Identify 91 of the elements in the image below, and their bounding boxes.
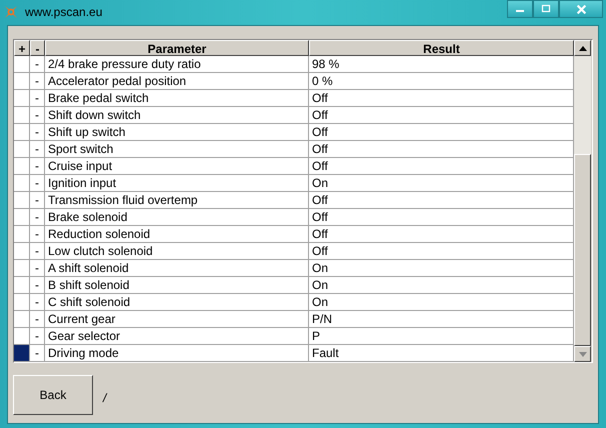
up-arrow-icon: [578, 46, 586, 50]
table-cell: -: [30, 124, 45, 141]
table-cell: -: [30, 175, 45, 192]
table-cell: C shift solenoid: [45, 294, 309, 311]
maximize-button[interactable]: [533, 0, 559, 18]
table-cell: -: [30, 73, 45, 90]
window-title: www.pscan.eu: [25, 4, 102, 18]
table-cell: Low clutch solenoid: [45, 243, 309, 260]
table-cell: P: [309, 328, 574, 345]
table-cell: -: [30, 141, 45, 158]
table-cell: Off: [309, 90, 574, 107]
table-cell: -: [30, 90, 45, 107]
row-indicator[interactable]: [14, 158, 30, 175]
table-cell: B shift solenoid: [45, 277, 309, 294]
scrollbar[interactable]: [574, 40, 591, 362]
table-cell: Driving mode: [45, 345, 309, 362]
row-indicator[interactable]: [14, 124, 30, 141]
column-header[interactable]: +: [14, 40, 30, 56]
table-cell: On: [309, 260, 574, 277]
table-cell: 98 %: [309, 56, 574, 73]
table-cell: -: [30, 226, 45, 243]
table-cell: On: [309, 277, 574, 294]
table-cell: -: [30, 277, 45, 294]
row-indicator[interactable]: [14, 277, 30, 294]
table-cell: Off: [309, 124, 574, 141]
table-cell: Off: [309, 107, 574, 124]
row-indicator[interactable]: [14, 141, 30, 158]
row-indicator[interactable]: [14, 226, 30, 243]
table-cell: -: [30, 345, 45, 362]
table-cell: Off: [309, 226, 574, 243]
table-cell: Off: [309, 158, 574, 175]
maximize-icon: [541, 4, 551, 14]
table-cell: Off: [309, 209, 574, 226]
table-cell: Off: [309, 192, 574, 209]
down-arrow-icon: [578, 352, 586, 356]
table-cell: -: [30, 328, 45, 345]
row-indicator[interactable]: [14, 90, 30, 107]
scroll-up-button[interactable]: [574, 40, 591, 56]
row-indicator[interactable]: [14, 209, 30, 226]
table-cell: -: [30, 294, 45, 311]
table-cell: Sport switch: [45, 141, 309, 158]
table-cell: 2/4 brake pressure duty ratio: [45, 56, 309, 73]
column-header[interactable]: Result: [309, 40, 574, 56]
status-text: /: [103, 390, 106, 404]
row-indicator[interactable]: [14, 260, 30, 277]
table-cell: -: [30, 260, 45, 277]
table-cell: -: [30, 311, 45, 328]
row-indicator[interactable]: [14, 56, 30, 73]
table-cell: Brake solenoid: [45, 209, 309, 226]
table-cell: Off: [309, 243, 574, 260]
column-header[interactable]: Parameter: [45, 40, 309, 56]
table-cell: Gear selector: [45, 328, 309, 345]
table-cell: 0 %: [309, 73, 574, 90]
row-indicator[interactable]: [14, 107, 30, 124]
table-cell: Ignition input: [45, 175, 309, 192]
row-indicator[interactable]: [14, 175, 30, 192]
table-cell: -: [30, 192, 45, 209]
table-cell: -: [30, 107, 45, 124]
table-cell: -: [30, 243, 45, 260]
scrollbar-thumb[interactable]: [574, 154, 591, 346]
table-cell: Transmission fluid overtemp: [45, 192, 309, 209]
close-button[interactable]: [559, 0, 603, 18]
table-cell: Fault: [309, 345, 574, 362]
table-cell: On: [309, 294, 574, 311]
table-cell: Shift up switch: [45, 124, 309, 141]
minimize-button[interactable]: [507, 0, 533, 18]
scroll-down-button[interactable]: [574, 346, 591, 362]
table-cell: -: [30, 158, 45, 175]
table-cell: Off: [309, 141, 574, 158]
row-indicator[interactable]: [14, 294, 30, 311]
table-cell: Cruise input: [45, 158, 309, 175]
app-logo-icon: [3, 4, 19, 20]
back-button[interactable]: Back: [13, 375, 93, 415]
row-indicator[interactable]: [14, 73, 30, 90]
table-cell: On: [309, 175, 574, 192]
row-indicator[interactable]: [14, 243, 30, 260]
table-cell: A shift solenoid: [45, 260, 309, 277]
table-cell: -: [30, 56, 45, 73]
table-cell: Reduction solenoid: [45, 226, 309, 243]
table-cell: -: [30, 209, 45, 226]
row-indicator[interactable]: [14, 345, 30, 362]
table-cell: Brake pedal switch: [45, 90, 309, 107]
column-header[interactable]: -: [30, 40, 45, 56]
table-cell: Shift down switch: [45, 107, 309, 124]
close-icon: [576, 4, 586, 14]
table-cell: Current gear: [45, 311, 309, 328]
table-cell: Accelerator pedal position: [45, 73, 309, 90]
table-cell: P/N: [309, 311, 574, 328]
row-indicator[interactable]: [14, 192, 30, 209]
row-indicator[interactable]: [14, 328, 30, 345]
row-indicator[interactable]: [14, 311, 30, 328]
